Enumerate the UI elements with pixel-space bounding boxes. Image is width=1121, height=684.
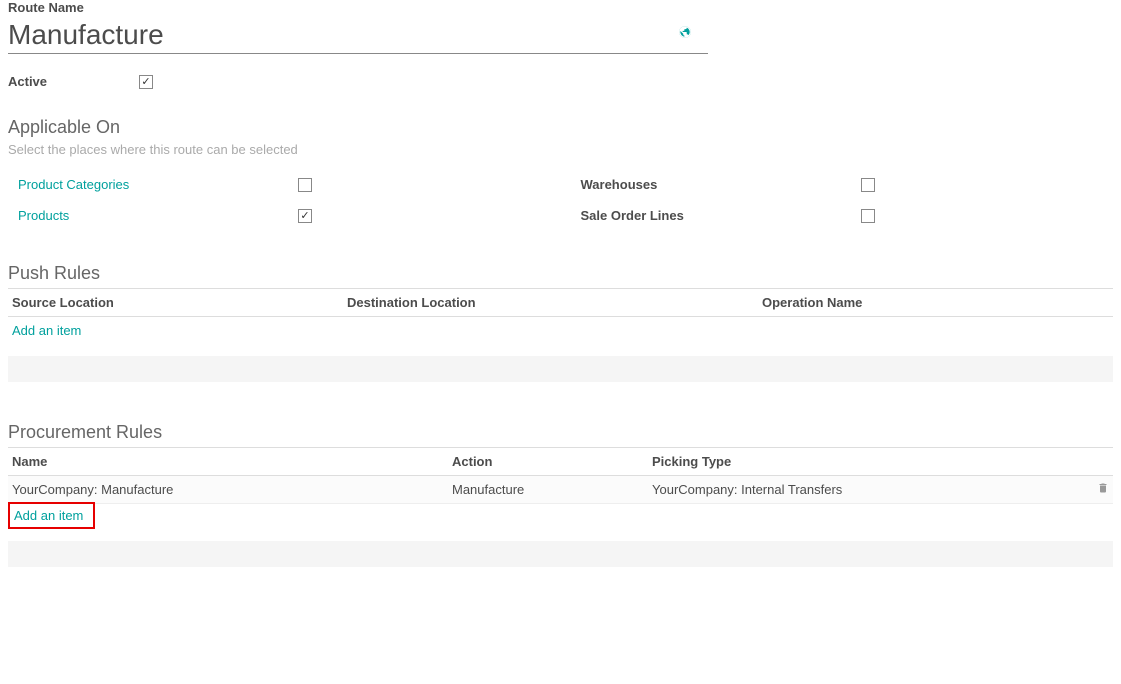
proc-add-item-highlight: Add an item — [8, 502, 95, 529]
push-col-destination: Destination Location — [347, 295, 762, 310]
sale-order-lines-label: Sale Order Lines — [581, 208, 861, 223]
proc-col-picking: Picking Type — [652, 454, 1109, 469]
applicable-section: Applicable On Select the places where th… — [8, 117, 1113, 223]
route-name-input[interactable] — [8, 17, 708, 54]
procurement-rules-section: Procurement Rules Name Action Picking Ty… — [8, 422, 1113, 567]
proc-cell-picking: YourCompany: Internal Transfers — [652, 482, 1081, 497]
procurement-rules-body: YourCompany: Manufacture Manufacture You… — [8, 476, 1113, 504]
route-name-label: Route Name — [8, 0, 1113, 15]
table-row[interactable]: YourCompany: Manufacture Manufacture You… — [8, 476, 1113, 504]
proc-cell-action: Manufacture — [452, 482, 652, 497]
applicable-heading: Applicable On — [8, 117, 1113, 138]
proc-cell-name: YourCompany: Manufacture — [12, 482, 452, 497]
warehouses-checkbox[interactable] — [861, 178, 875, 192]
active-checkbox[interactable] — [139, 75, 153, 89]
product-categories-row: Product Categories — [18, 177, 541, 192]
products-label[interactable]: Products — [18, 208, 298, 223]
proc-add-item-link[interactable]: Add an item — [14, 508, 83, 523]
products-checkbox[interactable] — [298, 209, 312, 223]
sale-order-lines-row: Sale Order Lines — [581, 208, 1114, 223]
globe-icon[interactable] — [678, 25, 692, 42]
proc-col-action: Action — [452, 454, 652, 469]
push-rules-section: Push Rules Source Location Destination L… — [8, 263, 1113, 382]
warehouses-label: Warehouses — [581, 177, 861, 192]
push-rules-heading: Push Rules — [8, 263, 1113, 284]
push-add-item-link[interactable]: Add an item — [8, 317, 1113, 344]
push-col-source: Source Location — [12, 295, 347, 310]
procurement-rules-header: Name Action Picking Type — [8, 447, 1113, 476]
applicable-subtext: Select the places where this route can b… — [8, 142, 1113, 157]
push-footer — [8, 356, 1113, 382]
product-categories-checkbox[interactable] — [298, 178, 312, 192]
product-categories-label[interactable]: Product Categories — [18, 177, 298, 192]
active-row: Active — [8, 74, 1113, 89]
active-label: Active — [8, 74, 47, 89]
route-name-section: Route Name — [8, 0, 1113, 54]
sale-order-lines-checkbox[interactable] — [861, 209, 875, 223]
products-row: Products — [18, 208, 541, 223]
procurement-rules-heading: Procurement Rules — [8, 422, 1113, 443]
delete-row-icon[interactable] — [1081, 482, 1109, 497]
proc-col-name: Name — [12, 454, 452, 469]
warehouses-row: Warehouses — [581, 177, 1114, 192]
proc-footer — [8, 541, 1113, 567]
push-rules-header: Source Location Destination Location Ope… — [8, 288, 1113, 317]
push-col-operation: Operation Name — [762, 295, 1109, 310]
